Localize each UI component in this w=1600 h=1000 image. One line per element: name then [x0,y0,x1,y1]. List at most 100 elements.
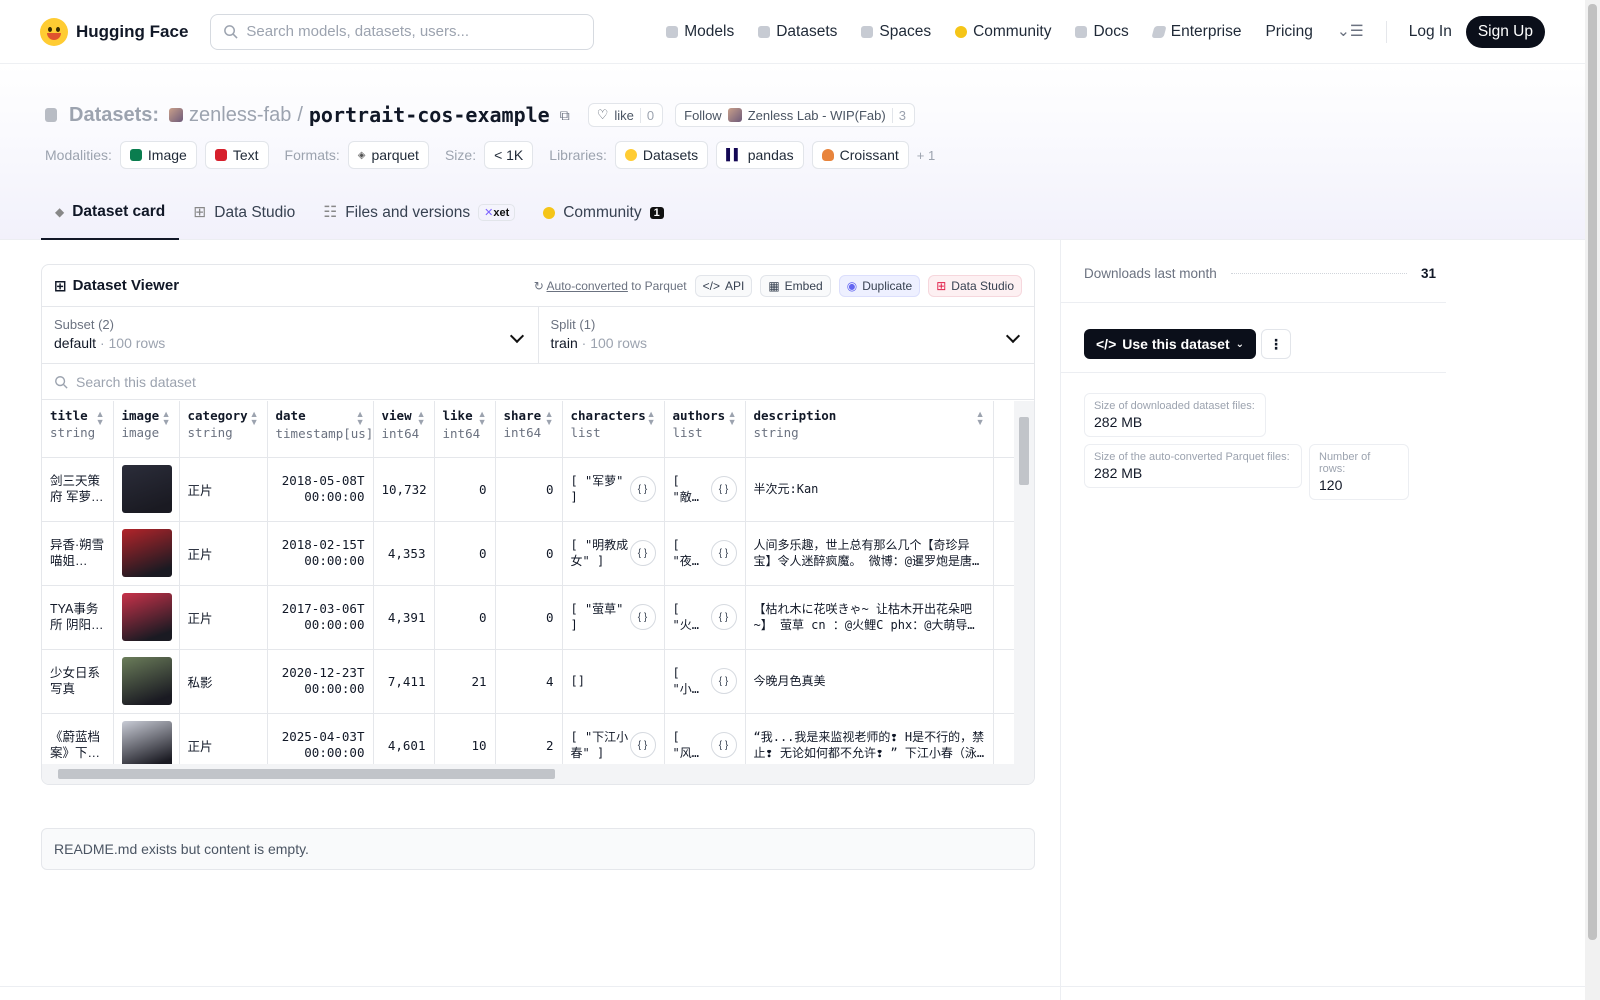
tag-croissant[interactable]: Croissant [811,141,909,169]
cell-text: [ "风… [672,730,699,760]
tag-image[interactable]: Image [119,141,197,169]
sort-icon[interactable]: ▲ ▼ [478,410,487,427]
tag-size[interactable]: < 1K [484,141,534,169]
tab-dataset-card[interactable]: ◆ Dataset card [41,185,180,240]
dataset-search-input[interactable]: Search this dataset [42,364,1034,400]
json-expand-icon[interactable]: { } [710,732,737,758]
cell-date: 2025-04-03T00:00:00 [267,713,374,765]
tab-community[interactable]: Community 1 [529,185,678,240]
sort-icon[interactable]: ▲ ▼ [162,410,171,427]
sort-icon[interactable]: ▲ ▼ [417,410,426,427]
json-expand-icon[interactable]: { } [710,668,737,694]
page-scrollbar[interactable] [1585,0,1600,1000]
nav-more-menu[interactable]: ⌄☰ [1327,16,1374,47]
sort-icon[interactable]: ▲ ▼ [647,410,656,427]
json-expand-icon[interactable]: { } [629,604,656,630]
table-row[interactable]: 《蔚蓝档案》下江… 正片 2025-04-03T00:00:00 4,601 10 2 [ … [42,713,1015,765]
owner-link[interactable]: zenless-fab [189,104,291,127]
tag-pandas[interactable]: ▌▌ pandas [716,141,804,169]
json-expand-icon[interactable]: { } [710,540,737,566]
repo-title: Datasets: zenless-fab / portrait-cos-exa… [45,103,915,127]
brand-logo[interactable]: Hugging Face [40,17,188,46]
json-expand-icon[interactable]: { } [710,604,737,630]
like-button[interactable]: ♡ like 0 [587,103,664,127]
sort-icon[interactable]: ▲ ▼ [250,410,259,427]
search-input[interactable]: Search models, datasets, users... [210,13,595,50]
sort-icon[interactable]: ▲ ▼ [96,410,105,427]
pandas-icon: ▌▌ [726,149,742,161]
more-libraries[interactable]: + 1 [917,148,935,163]
column-header-like[interactable]: ▲ ▼ like int64 [434,401,496,458]
follow-button[interactable]: Follow Zenless Lab - WIP(Fab) 3 [675,103,915,127]
sort-icon[interactable]: ▲ ▼ [545,410,554,427]
image-thumbnail[interactable] [121,593,172,641]
tag-parquet[interactable]: ◈ parquet [347,141,429,169]
image-thumbnail[interactable] [121,721,172,765]
table-row[interactable]: 异香·朔雪喵姐… 正片 2018-02-15T00:00:00 4,353 0 0 [ "明… [42,521,1015,586]
tab-files[interactable]: ☷ Files and versions ✕xet [309,185,529,240]
tab-data-studio[interactable]: ⊞ Data Studio [179,185,309,240]
image-thumbnail[interactable] [121,465,172,513]
sort-icon[interactable]: ▲ ▼ [728,410,737,427]
croissant-icon [821,149,834,161]
cell-text: 正片 [187,547,213,562]
repo-name[interactable]: portrait-cos-example [309,103,550,127]
sort-icon[interactable]: ▲ ▼ [976,410,985,427]
auto-converted-link[interactable]: Auto-converted [547,279,628,293]
cell-text: 剑三天策府 军萝… [50,474,104,504]
json-expand-icon[interactable]: { } [629,540,656,566]
column-header-category[interactable]: ▲ ▼ category string [179,401,268,458]
nav-models[interactable]: Models [656,17,744,47]
more-options-button[interactable]: ⋮ [1261,329,1291,359]
nav-datasets[interactable]: Datasets [748,17,847,47]
api-button[interactable]: </> API [694,274,753,297]
column-header-view[interactable]: ▲ ▼ view int64 [373,401,435,458]
cell-text: 少女日系写真 [50,666,101,696]
column-header-characters[interactable]: ▲ ▼ characters list [562,401,665,458]
page-scroll-thumb[interactable] [1588,4,1597,940]
column-header-share[interactable]: ▲ ▼ share int64 [495,401,563,458]
subset-value: default [54,335,97,351]
login-link[interactable]: Log In [1399,17,1462,47]
column-header-image[interactable]: ▲ ▼ image image [113,401,180,458]
row-count-label: Number of rows: [1319,451,1371,475]
scroll-thumb[interactable] [58,769,555,779]
cell-view: 10,732 [373,457,435,522]
tag-text[interactable]: Text [204,141,269,169]
image-thumbnail[interactable] [121,529,172,577]
embed-button[interactable]: ▦ Embed [760,274,831,297]
nav-docs[interactable]: Docs [1065,17,1138,47]
json-expand-icon[interactable]: { } [629,476,656,502]
column-header-date[interactable]: ▲ ▼ date timestamp[us] [267,401,374,458]
column-type: list [672,425,703,440]
data-studio-button[interactable]: ⊞ Data Studio [928,274,1022,297]
split-select[interactable]: Split (1) train · 100 rows [537,307,1035,363]
table-horizontal-scrollbar[interactable] [42,764,1034,784]
column-header-title[interactable]: ▲ ▼ title string [42,401,114,458]
column-header-authors[interactable]: ▲ ▼ authors list [664,401,746,458]
nav-pricing[interactable]: Pricing [1255,17,1322,47]
subset-split-selectors: Subset (2) default · 100 rows Split (1) … [42,307,1034,364]
table-row[interactable]: 少女日系写真 私影 2020-12-23T00:00:00 7,411 21 4 [] [ "… [42,649,1015,714]
image-thumbnail[interactable] [121,657,172,705]
json-expand-icon[interactable]: { } [710,476,737,502]
json-expand-icon[interactable]: { } [629,732,656,758]
nav-spaces[interactable]: Spaces [851,17,941,47]
duplicate-button[interactable]: ◉ Duplicate [838,274,921,297]
table-row[interactable]: 剑三天策府 军萝… 正片 2018-05-08T00:00:00 10,732 0 0 [ … [42,457,1015,522]
table-vertical-scrollbar[interactable] [1014,401,1034,765]
downloads-stat: Downloads last month 31 [1084,266,1436,281]
copy-icon[interactable]: ⧉ [560,107,570,124]
tag-datasets-lib[interactable]: Datasets [614,141,709,169]
nav-enterprise[interactable]: Enterprise [1143,17,1252,47]
subset-select[interactable]: Subset (2) default · 100 rows [42,307,538,363]
scroll-thumb[interactable] [1019,417,1029,485]
signup-button[interactable]: Sign Up [1465,15,1545,48]
cell-text: [ "敵… [672,474,699,504]
column-header-description[interactable]: ▲ ▼ description string [745,401,994,458]
table-row[interactable]: TYA事务所 阴阳… 正片 2017-03-06T00:00:00 4,391 0 0 [ … [42,585,1015,650]
cell-text: 2020-12-23T00:00:00 [281,665,365,696]
use-dataset-button[interactable]: </> Use this dataset ⌄ [1084,329,1257,359]
nav-community[interactable]: Community [945,17,1061,47]
sort-icon[interactable]: ▲ ▼ [356,410,365,427]
